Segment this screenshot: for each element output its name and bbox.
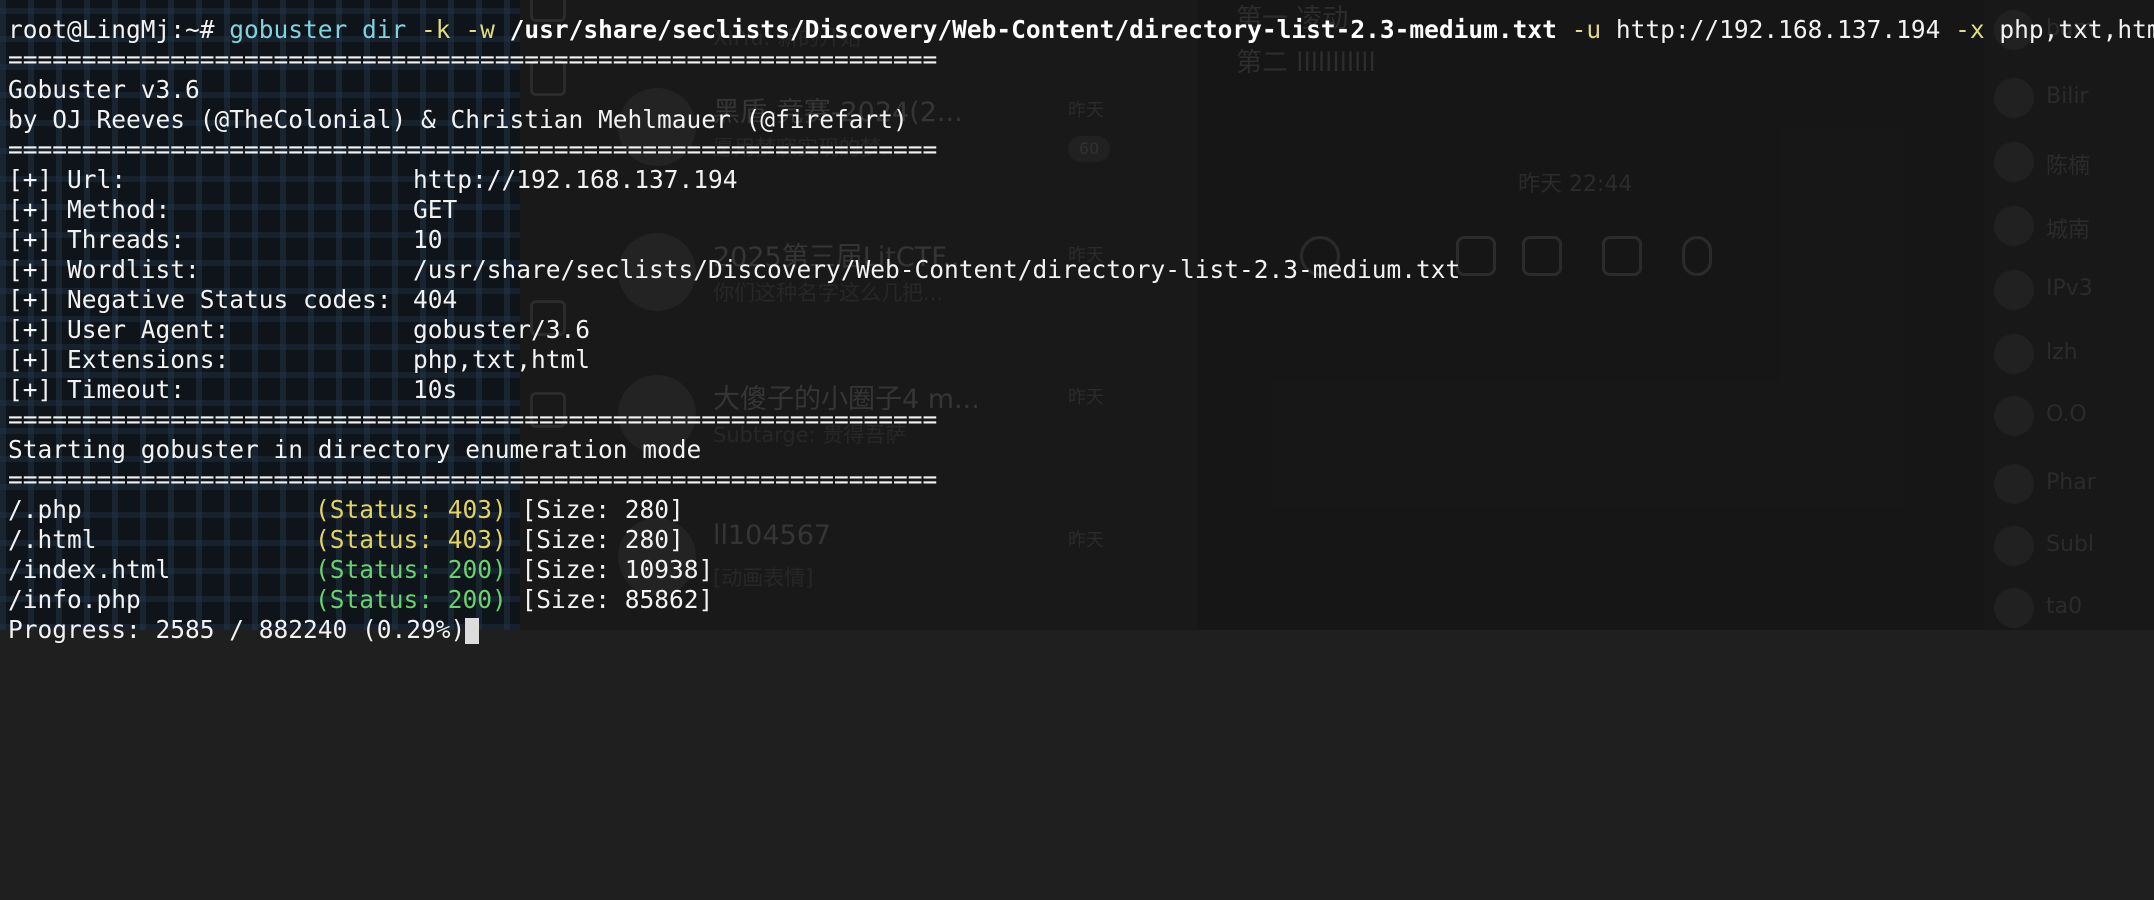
result-size: [Size: 10938]: [521, 555, 714, 584]
config-row: [+] User Agent: gobuster/3.6: [8, 315, 590, 345]
config-value: gobuster/3.6: [413, 315, 591, 344]
terminal-window[interactable]: root@LingMj:~# gobuster dir -k -w /usr/s…: [0, 0, 2154, 644]
config-label: [+] Negative Status codes:: [8, 285, 392, 314]
command-line: root@LingMj:~# gobuster dir -k -w /usr/s…: [8, 15, 2154, 45]
result-path: /.php: [8, 495, 82, 524]
separator-line: ========================================…: [8, 465, 938, 494]
command-wordlist-arg: /usr/share/seclists/Discovery/Web-Conten…: [509, 15, 1557, 44]
config-label: [+] Method:: [8, 195, 171, 224]
config-label: [+] Extensions:: [8, 345, 230, 374]
config-row: [+] Negative Status codes: 404: [8, 285, 457, 315]
config-row: [+] Timeout: 10s: [8, 375, 457, 405]
config-value: /usr/share/seclists/Discovery/Web-Conten…: [413, 255, 1461, 284]
result-status: (Status: 200): [315, 555, 507, 584]
command-flag: -u: [1556, 15, 1616, 44]
config-value: http://192.168.137.194: [413, 165, 738, 194]
separator-line: ========================================…: [8, 135, 938, 164]
result-row: /.php (Status: 403) [Size: 280]: [8, 495, 684, 525]
result-row: /.html (Status: 403) [Size: 280]: [8, 525, 684, 555]
progress-line: Progress: 2585 / 882240 (0.29%): [8, 615, 480, 645]
result-status: (Status: 200): [315, 585, 507, 614]
command-extensions-arg: php,txt,html: [1999, 15, 2154, 44]
terminal-cursor: [465, 618, 480, 644]
command-program: gobuster: [229, 15, 348, 44]
config-label: [+] Threads:: [8, 225, 186, 254]
config-label: [+] Timeout:: [8, 375, 186, 404]
result-path: /info.php: [8, 585, 141, 614]
config-row: [+] Url: http://192.168.137.194: [8, 165, 738, 195]
command-subcommand: dir: [347, 15, 422, 44]
config-row: [+] Threads: 10: [8, 225, 443, 255]
config-row: [+] Extensions: php,txt,html: [8, 345, 590, 375]
config-value: 10s: [413, 375, 458, 404]
result-size: [Size: 85862]: [521, 585, 714, 614]
command-flag: -k: [421, 15, 451, 44]
result-row: /info.php (Status: 200) [Size: 85862]: [8, 585, 713, 615]
command-flag: -w: [450, 15, 510, 44]
separator-line: ========================================…: [8, 45, 938, 74]
config-label: [+] Url:: [8, 165, 127, 194]
shell-prompt: root@LingMj:~#: [8, 15, 230, 44]
result-status: (Status: 403): [315, 495, 507, 524]
config-value: 404: [413, 285, 458, 314]
command-flag: -x: [1940, 15, 2000, 44]
result-path: /index.html: [8, 555, 171, 584]
config-value: php,txt,html: [413, 345, 591, 374]
config-label: [+] Wordlist:: [8, 255, 200, 284]
banner-author: by OJ Reeves (@TheColonial) & Christian …: [8, 105, 908, 134]
result-size: [Size: 280]: [521, 525, 684, 554]
config-value: GET: [413, 195, 458, 224]
mode-line: Starting gobuster in directory enumerati…: [8, 435, 702, 464]
result-row: /index.html (Status: 200) [Size: 10938]: [8, 555, 713, 585]
separator-line: ========================================…: [8, 405, 938, 434]
config-row: [+] Wordlist: /usr/share/seclists/Discove…: [8, 255, 1460, 285]
banner-title: Gobuster v3.6: [8, 75, 200, 104]
config-label: [+] User Agent:: [8, 315, 230, 344]
config-value: 10: [413, 225, 443, 254]
result-path: /.html: [8, 525, 97, 554]
config-row: [+] Method: GET: [8, 195, 457, 225]
result-status: (Status: 403): [315, 525, 507, 554]
command-url-arg: http://192.168.137.194: [1615, 15, 1941, 44]
result-size: [Size: 280]: [521, 495, 684, 524]
